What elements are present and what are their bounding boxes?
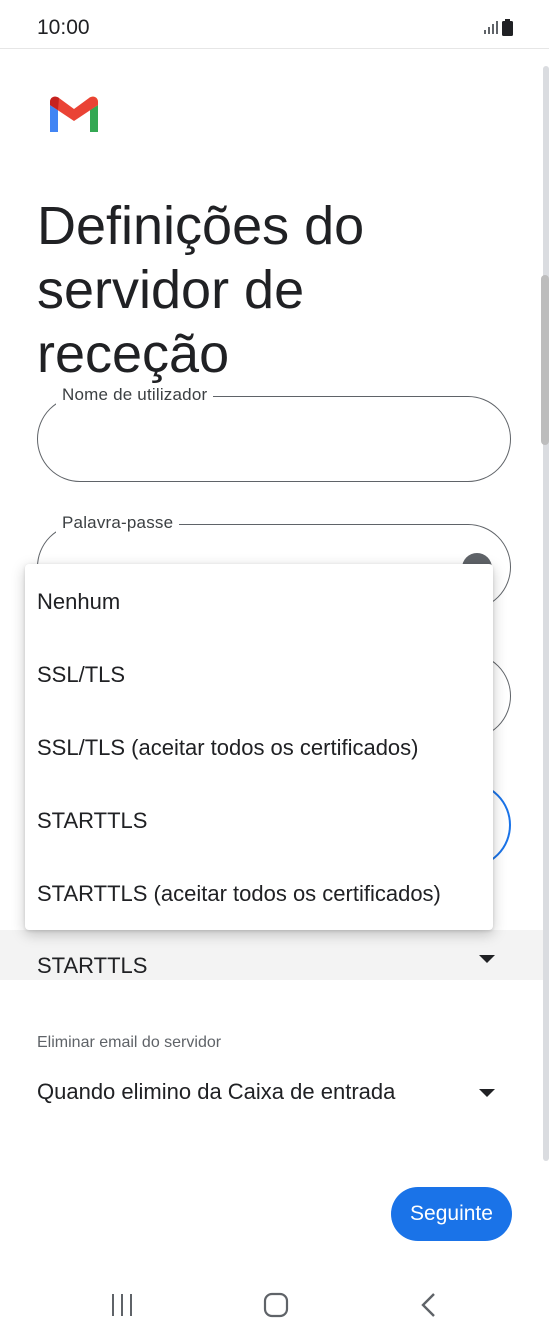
back-icon[interactable] bbox=[420, 1292, 438, 1318]
menu-item-none[interactable]: Nenhum bbox=[37, 589, 120, 615]
menu-item-ssl-tls-accept-all[interactable]: SSL/TLS (aceitar todos os certificados) bbox=[37, 735, 419, 761]
menu-item-starttls-accept-all[interactable]: STARTTLS (aceitar todos os certificados) bbox=[37, 881, 441, 907]
username-label: Nome de utilizador bbox=[56, 385, 214, 405]
security-type-dropdown[interactable]: STARTTLS bbox=[37, 953, 511, 983]
signal-icon bbox=[484, 21, 498, 34]
chevron-down-icon bbox=[479, 955, 495, 963]
password-label: Palavra-passe bbox=[56, 513, 180, 533]
delete-email-dropdown[interactable]: Quando elimino da Caixa de entrada bbox=[37, 1079, 511, 1109]
system-nav-bar bbox=[0, 1270, 549, 1342]
username-field[interactable]: Nome de utilizador bbox=[37, 385, 511, 482]
next-button[interactable]: Seguinte bbox=[391, 1187, 512, 1241]
scrollbar-thumb[interactable] bbox=[541, 275, 549, 445]
home-icon[interactable] bbox=[263, 1292, 289, 1318]
status-bar: 10:00 bbox=[0, 0, 549, 49]
security-type-value: STARTTLS bbox=[37, 953, 148, 978]
delete-email-label: Eliminar email do servidor bbox=[37, 1034, 222, 1051]
page-title: Definições do servidor de receção bbox=[37, 196, 365, 384]
security-options-menu: Nenhum SSL/TLS SSL/TLS (aceitar todos os… bbox=[25, 564, 493, 930]
recent-apps-icon[interactable] bbox=[110, 1292, 134, 1318]
menu-item-ssl-tls[interactable]: SSL/TLS bbox=[37, 662, 125, 688]
battery-icon bbox=[502, 19, 513, 36]
gmail-logo-icon bbox=[50, 96, 98, 132]
delete-email-value: Quando elimino da Caixa de entrada bbox=[37, 1079, 396, 1104]
scrollbar-track[interactable] bbox=[543, 66, 549, 1161]
menu-item-starttls[interactable]: STARTTLS bbox=[37, 808, 147, 834]
chevron-down-icon bbox=[479, 1089, 495, 1097]
status-time: 10:00 bbox=[37, 16, 90, 39]
